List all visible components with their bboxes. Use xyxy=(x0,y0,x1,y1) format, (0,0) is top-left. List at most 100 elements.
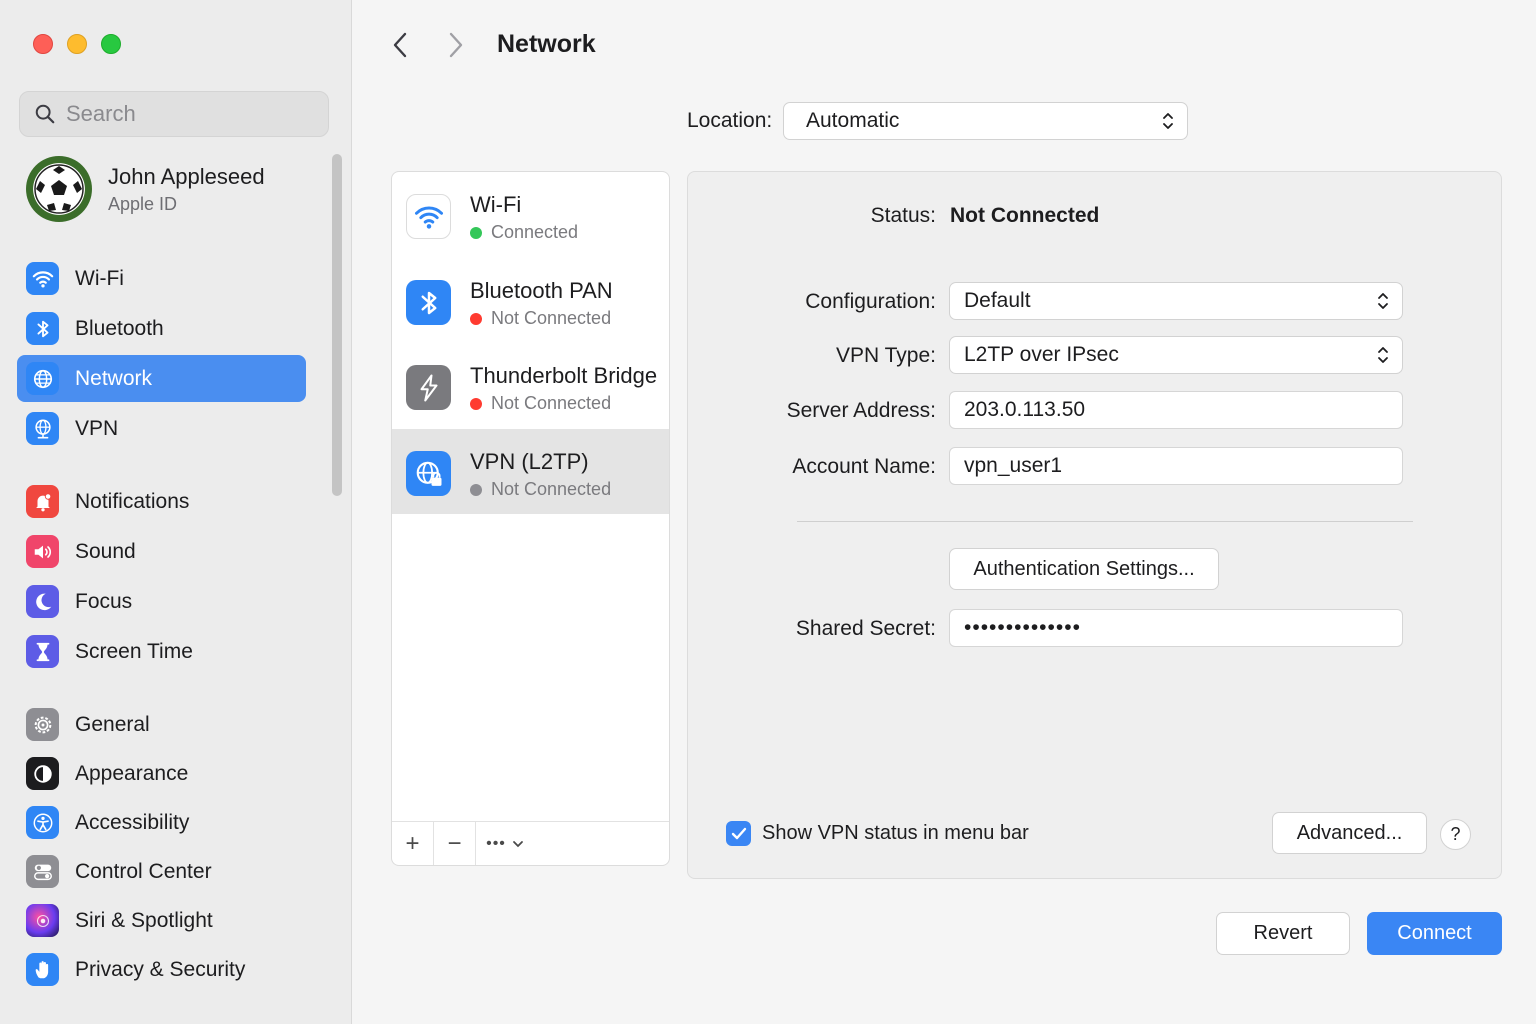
sidebar-item-focus[interactable]: Focus xyxy=(17,578,306,625)
sidebar-item-label: Siri & Spotlight xyxy=(75,908,213,932)
wifi-icon xyxy=(406,194,451,239)
location-label: Location: xyxy=(687,109,773,132)
updown-chevron-icon xyxy=(1163,113,1173,129)
sidebar-item-label: Accessibility xyxy=(75,810,190,834)
thunderbolt-icon xyxy=(406,365,451,410)
sidebar-item-general[interactable]: General xyxy=(17,701,306,748)
sidebar-item-appearance[interactable]: Appearance xyxy=(17,750,306,797)
location-value: Automatic xyxy=(806,109,900,132)
shared-secret-field[interactable]: •••••••••••••• xyxy=(949,609,1403,647)
service-item-wifi[interactable]: Wi-Fi Connected xyxy=(392,172,669,257)
chevron-right-icon xyxy=(449,32,463,58)
sidebar-item-siri-spotlight[interactable]: Siri & Spotlight xyxy=(17,897,306,944)
checkmark-icon xyxy=(731,827,746,839)
sidebar-item-label: Screen Time xyxy=(75,639,193,663)
status-value: Not Connected xyxy=(950,204,1100,227)
add-service-button[interactable]: + xyxy=(392,822,434,865)
apple-id-account[interactable]: John Appleseed Apple ID xyxy=(26,156,265,222)
service-name: Thunderbolt Bridge xyxy=(470,363,658,388)
service-status-text: Not Connected xyxy=(491,393,612,413)
soccer-ball-icon xyxy=(34,164,84,214)
help-button[interactable]: ? xyxy=(1440,819,1471,850)
forward-button[interactable] xyxy=(440,28,472,62)
service-name: Bluetooth PAN xyxy=(470,278,613,303)
hourglass-icon xyxy=(26,635,59,668)
revert-button[interactable]: Revert xyxy=(1216,912,1350,955)
hand-icon xyxy=(26,953,59,986)
search-input[interactable] xyxy=(66,101,306,127)
toggles-icon xyxy=(26,855,59,888)
vpn-globe-icon xyxy=(26,412,59,445)
bluetooth-icon xyxy=(26,312,59,345)
bluetooth-icon xyxy=(406,280,451,325)
vpn-type-value: L2TP over IPsec xyxy=(964,343,1119,366)
sidebar-scrollbar[interactable] xyxy=(332,154,342,496)
shared-secret-value: •••••••••••••• xyxy=(964,616,1081,639)
location-popup[interactable]: Automatic xyxy=(783,102,1188,140)
sidebar: John Appleseed Apple ID Wi-Fi Bluetooth … xyxy=(0,0,352,1024)
service-status: Connected xyxy=(470,222,578,243)
status-label: Status: xyxy=(870,204,936,227)
advanced-button[interactable]: Advanced... xyxy=(1272,812,1427,854)
sidebar-item-label: General xyxy=(75,712,150,736)
shared-secret-label: Shared Secret: xyxy=(795,617,936,640)
sidebar-item-label: Control Center xyxy=(75,859,212,883)
service-name: Wi-Fi xyxy=(470,192,522,217)
sidebar-item-control-center[interactable]: Control Center xyxy=(17,848,306,895)
authentication-settings-button[interactable]: Authentication Settings... xyxy=(949,548,1219,590)
vpn-type-label: VPN Type: xyxy=(836,344,936,367)
vpn-lock-icon xyxy=(406,451,451,496)
window-controls xyxy=(33,34,121,54)
status-dot-icon xyxy=(470,483,482,496)
service-item-bluetooth-pan[interactable]: Bluetooth PAN Not Connected xyxy=(392,258,669,343)
service-item-thunderbolt-bridge[interactable]: Thunderbolt Bridge Not Connected xyxy=(392,343,669,428)
service-status-text: Not Connected xyxy=(491,479,612,499)
bell-icon xyxy=(26,485,59,518)
status-dot-icon xyxy=(470,226,482,239)
account-subtitle: Apple ID xyxy=(108,193,178,214)
sidebar-item-privacy-security[interactable]: Privacy & Security xyxy=(17,946,306,993)
server-address-field[interactable] xyxy=(949,391,1403,429)
back-button[interactable] xyxy=(384,28,416,62)
sidebar-item-label: Appearance xyxy=(75,761,189,785)
sidebar-item-bluetooth[interactable]: Bluetooth xyxy=(17,305,306,352)
chevron-down-icon xyxy=(513,841,523,848)
more-actions-button[interactable]: ••• xyxy=(476,822,534,865)
configuration-popup[interactable]: Default xyxy=(949,282,1403,320)
account-name: John Appleseed xyxy=(108,163,265,189)
vpn-type-popup[interactable]: L2TP over IPsec xyxy=(949,336,1403,374)
updown-chevron-icon xyxy=(1378,293,1388,309)
sidebar-item-vpn[interactable]: VPN xyxy=(17,405,306,452)
sidebar-item-network[interactable]: Network xyxy=(17,355,306,402)
account-name-field[interactable] xyxy=(949,447,1403,485)
zoom-window-button[interactable] xyxy=(101,34,121,54)
minimize-window-button[interactable] xyxy=(67,34,87,54)
speaker-icon xyxy=(26,535,59,568)
sidebar-item-wifi[interactable]: Wi-Fi xyxy=(17,255,306,302)
sidebar-item-notifications[interactable]: Notifications xyxy=(17,478,306,525)
sidebar-item-label: Notifications xyxy=(75,489,190,513)
connect-button[interactable]: Connect xyxy=(1367,912,1502,955)
close-window-button[interactable] xyxy=(33,34,53,54)
sidebar-item-label: Focus xyxy=(75,589,133,613)
appearance-icon xyxy=(26,757,59,790)
sidebar-item-screen-time[interactable]: Screen Time xyxy=(17,628,306,675)
show-vpn-status-checkbox[interactable] xyxy=(726,821,751,846)
sidebar-item-label: Wi-Fi xyxy=(75,266,124,290)
sidebar-item-label: Privacy & Security xyxy=(75,957,246,981)
search-field[interactable] xyxy=(19,91,329,137)
more-dots: ••• xyxy=(486,835,506,852)
chevron-left-icon xyxy=(393,32,407,58)
configuration-value: Default xyxy=(964,289,1031,312)
remove-service-button[interactable]: − xyxy=(434,822,476,865)
server-address-label: Server Address: xyxy=(786,399,936,422)
status-dot-icon xyxy=(470,397,482,410)
sidebar-item-sound[interactable]: Sound xyxy=(17,528,306,575)
sidebar-item-label: Network xyxy=(75,366,153,390)
service-status: Not Connected xyxy=(470,393,611,414)
page-title: Network xyxy=(497,30,596,58)
service-status: Not Connected xyxy=(470,308,611,329)
sidebar-item-accessibility[interactable]: Accessibility xyxy=(17,799,306,846)
siri-icon xyxy=(26,904,59,937)
service-item-vpn-l2tp[interactable]: VPN (L2TP) Not Connected xyxy=(392,429,669,514)
